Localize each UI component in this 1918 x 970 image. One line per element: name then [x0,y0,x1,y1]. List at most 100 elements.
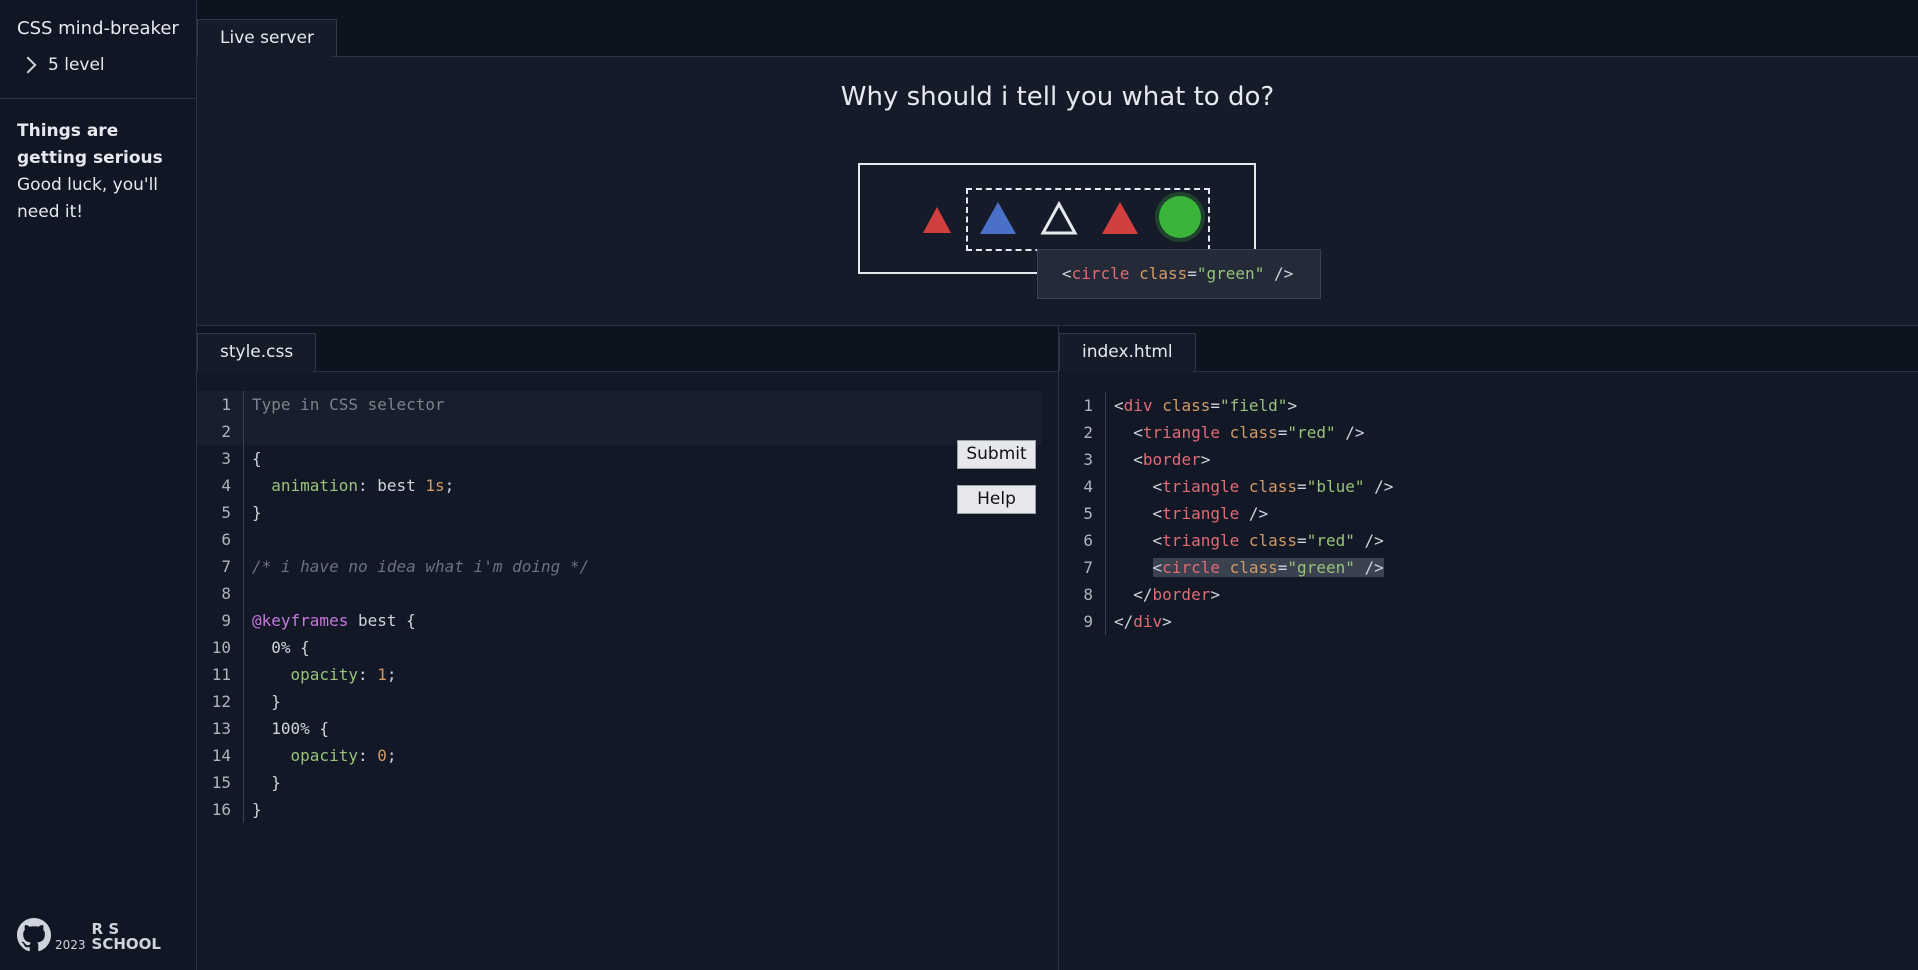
line-number: 2 [221,422,231,441]
code-line[interactable]: 9 </div> [1059,608,1899,635]
line-number: 9 [1083,612,1093,631]
html-tag: div [1123,396,1153,415]
line-number: 10 [211,638,231,657]
code-line: 14 opacity: 0; [197,742,1042,769]
css-at-rule: @keyframes [252,611,349,630]
line-number: 5 [221,503,231,522]
html-attr-value: "red" [1306,531,1355,550]
code-line: 9 @keyframes best { [197,607,1042,634]
code-line: 3{ [197,445,1042,472]
circle-green[interactable] [1153,190,1207,244]
footer-year: 2023 [55,938,86,952]
highlighted-element[interactable]: <circle class="green" /> [1152,558,1384,577]
html-tag: border [1142,450,1201,469]
code-line: 12 } [197,688,1042,715]
html-attr-value: "field" [1220,396,1288,415]
html-tag: triangle [1142,423,1220,442]
line-number: 1 [1083,396,1093,415]
code-line: 1 [197,391,1042,418]
css-value: best [377,476,416,495]
code-text: { [243,445,1042,472]
line-number: 16 [211,800,231,819]
tab-style-css[interactable]: style.css [197,333,317,371]
code-line[interactable]: 5 <triangle /> [1059,500,1899,527]
code-line: 2 [197,418,1042,445]
code-line: 5} [197,499,1042,526]
rs-school-logo[interactable]: R S SCHOOL [92,922,161,952]
code-text: } [243,796,1042,823]
html-tag: border [1152,585,1211,604]
code-line: 7 /* i have no idea what i'm doing */ [197,553,1042,580]
triangle-blue[interactable] [978,200,1018,236]
level-description-text: Good luck, you'll need it! [17,175,159,222]
footer: 2023 R S SCHOOL [17,918,161,952]
triangle-red-small[interactable] [921,205,953,235]
line-number: 11 [211,665,231,684]
code-line: 15 } [197,769,1042,796]
line-number: 7 [1083,558,1093,577]
sidebar: CSS mind-breaker 5 level Things are gett… [0,0,197,970]
html-attr-value: "red" [1287,423,1336,442]
code-line[interactable]: 3 <border> [1059,446,1899,473]
element-tooltip: <circle class="green" /> [1037,249,1321,299]
html-tab-underline [1192,371,1918,372]
css-property: animation [271,476,358,495]
code-line: 8 [197,580,1042,607]
triangle-white-outline[interactable] [1039,200,1079,236]
html-attr: class [1248,477,1298,496]
css-tab-underline [311,371,1058,372]
line-number: 15 [211,773,231,792]
rs-logo-bottom: SCHOOL [91,935,161,953]
level-selector[interactable]: 5 level [19,55,105,75]
css-number: 0 [377,746,387,765]
code-line: 11 opacity: 1; [197,661,1042,688]
code-comment: /* i have no idea what i'm doing */ [243,553,1042,580]
line-number: 6 [221,530,231,549]
code-line: 6 [197,526,1042,553]
line-number: 3 [1083,450,1093,469]
level-label: 5 level [48,55,105,75]
css-number: 1 [377,665,387,684]
code-line[interactable]: 8 </border> [1059,581,1899,608]
css-property: opacity [290,665,358,684]
line-number: 13 [211,719,231,738]
line-number: 2 [1083,423,1093,442]
code-line[interactable]: 2 <triangle class="red" /> [1059,419,1899,446]
code-line[interactable]: 7 <circle class="green" /> [1059,554,1899,581]
html-tag: div [1133,612,1163,631]
tab-index-html[interactable]: index.html [1059,333,1196,371]
code-line[interactable]: 1 <div class="field"> [1059,392,1899,419]
submit-button[interactable]: Submit [957,440,1036,469]
html-tag: triangle [1162,531,1240,550]
html-attr-value: "blue" [1306,477,1365,496]
html-tag: circle [1162,558,1220,577]
code-text: 100% { [271,719,330,738]
sidebar-divider [0,98,196,99]
line-number: 7 [221,557,231,576]
css-editor-panel: style.css 1 2 3{ 4 animation: best 1s; 5… [197,326,1059,970]
code-line: 13 100% { [197,715,1042,742]
code-text: } [243,499,1042,526]
html-attr-value: "green" [1287,558,1355,577]
github-icon[interactable] [17,918,51,952]
html-tag: triangle [1162,477,1240,496]
code-text: } [271,773,281,792]
triangle-red[interactable] [1100,200,1140,236]
line-number: 4 [221,476,231,495]
line-number: 14 [211,746,231,765]
line-number: 8 [221,584,231,603]
help-button[interactable]: Help [957,485,1036,514]
css-selector-input[interactable] [252,391,852,418]
html-attr: class [1229,558,1278,577]
css-property: opacity [290,746,358,765]
tab-underline [331,56,1918,57]
code-line[interactable]: 4 <triangle class="blue" /> [1059,473,1899,500]
code-line[interactable]: 6 <triangle class="red" /> [1059,527,1899,554]
code-text: best { [357,611,416,630]
tab-live-server[interactable]: Live server [197,19,337,57]
line-number: 3 [221,449,231,468]
css-tabbar [197,326,1058,371]
line-number: 8 [1083,585,1093,604]
code-text: } [271,692,281,711]
code-line: 16} [197,796,1042,823]
